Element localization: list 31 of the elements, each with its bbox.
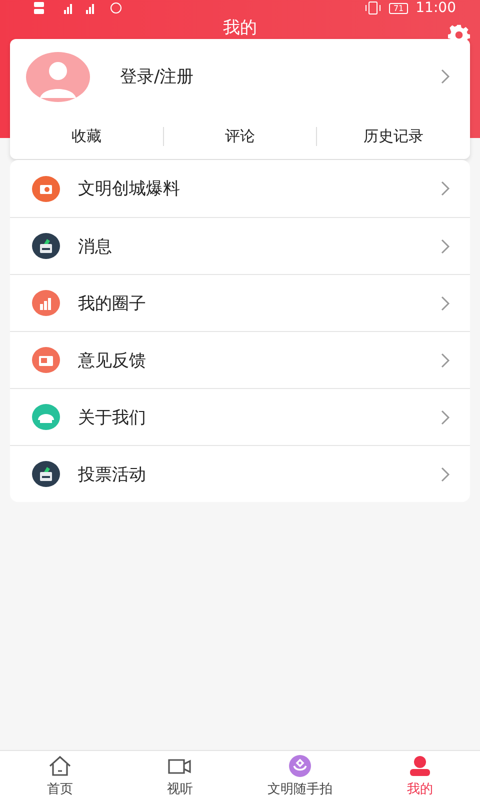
page-title: 我的	[223, 17, 257, 39]
menu-item[interactable]: 意见反馈	[10, 331, 470, 388]
menu-item[interactable]: 投票活动	[10, 445, 470, 502]
chevron-icon	[441, 296, 450, 310]
battery-level: 71	[389, 2, 408, 14]
chevron-icon	[441, 181, 450, 196]
settings-icon[interactable]	[448, 24, 470, 46]
chevron-icon	[441, 352, 450, 368]
menu-item[interactable]: 消息	[10, 217, 470, 274]
menu-item[interactable]: 我的圈子	[10, 274, 470, 331]
menu-item[interactable]: 文明创城爆料	[10, 160, 470, 217]
menu-item[interactable]: 关于我们	[10, 388, 470, 445]
tab-item[interactable]: 首页	[0, 751, 120, 800]
shortcut-link[interactable]: 收藏	[10, 127, 163, 146]
shortcut-link[interactable]: 历史记录	[316, 127, 470, 146]
tab-item[interactable]: 文明随手拍	[240, 751, 360, 800]
avatar-icon	[26, 52, 90, 102]
tab-item[interactable]: 视听	[120, 751, 240, 800]
chevron-icon	[441, 410, 450, 424]
clock-time: 11:00	[416, 0, 456, 16]
shortcut-link[interactable]: 评论	[162, 127, 316, 146]
chevron-icon	[441, 238, 450, 254]
hands-icon	[287, 754, 313, 778]
chevron-icon	[441, 69, 450, 84]
vibrate-icon	[365, 1, 382, 15]
tab-item[interactable]: 我的	[360, 751, 480, 800]
person-icon	[407, 754, 433, 778]
signal-icon	[34, 0, 124, 16]
chevron-icon	[441, 466, 450, 482]
login-link[interactable]: 登录/注册	[120, 65, 411, 88]
home-icon	[47, 754, 73, 778]
